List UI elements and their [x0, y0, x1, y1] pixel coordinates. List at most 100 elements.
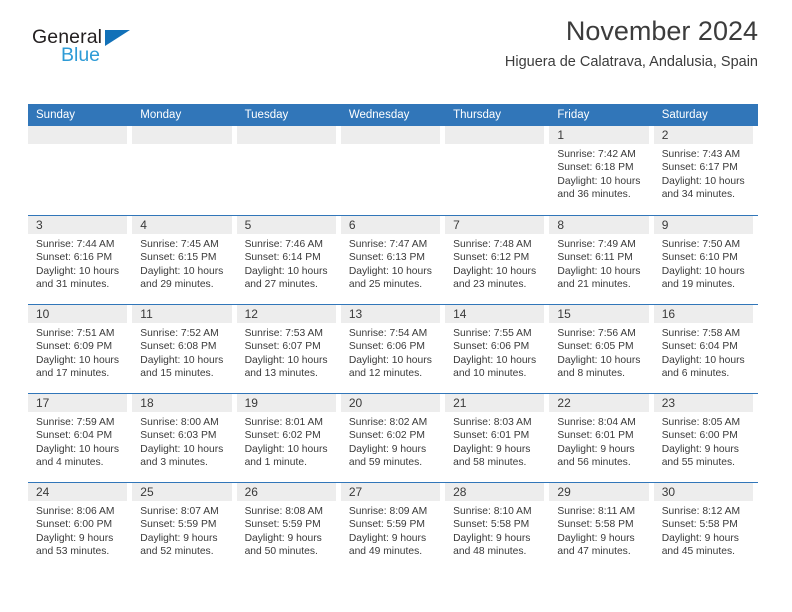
week-row: 3 Sunrise: 7:44 AM Sunset: 6:16 PM Dayli… — [28, 215, 758, 304]
day-cell[interactable]: 25 Sunrise: 8:07 AM Sunset: 5:59 PM Dayl… — [132, 483, 237, 571]
day-cell[interactable]: 30 Sunrise: 8:12 AM Sunset: 5:58 PM Dayl… — [653, 483, 758, 571]
day-number — [28, 126, 128, 144]
day-details: Sunrise: 7:58 AM Sunset: 6:04 PM Dayligh… — [654, 323, 753, 381]
daylight-text-line2: and 50 minutes. — [244, 546, 318, 558]
daylight-text-line1: Daylight: 9 hours — [36, 532, 114, 544]
sunset-text: Sunset: 6:03 PM — [140, 430, 217, 442]
day-cell[interactable] — [132, 126, 237, 215]
day-details: Sunrise: 8:06 AM Sunset: 6:00 PM Dayligh… — [28, 501, 127, 559]
day-cell[interactable]: 9 Sunrise: 7:50 AM Sunset: 6:10 PM Dayli… — [653, 216, 758, 304]
day-number: 21 — [445, 394, 545, 412]
sunrise-text: Sunrise: 8:11 AM — [557, 506, 636, 517]
sunrise-text: Sunrise: 7:51 AM — [36, 328, 115, 339]
day-cell[interactable] — [28, 126, 133, 215]
day-cell[interactable] — [236, 126, 341, 215]
daylight-text-line1: Daylight: 10 hours — [244, 443, 328, 455]
day-cell[interactable]: 19 Sunrise: 8:01 AM Sunset: 6:02 PM Dayl… — [236, 394, 341, 482]
day-cell[interactable]: 22 Sunrise: 8:04 AM Sunset: 6:01 PM Dayl… — [549, 394, 654, 482]
daylight-text-line1: Daylight: 10 hours — [36, 354, 119, 366]
daylight-text-line2: and 4 minutes. — [36, 457, 104, 469]
sunrise-text: Sunrise: 8:02 AM — [348, 417, 428, 428]
day-number: 3 — [28, 216, 128, 234]
weekday-saturday: Saturday — [661, 109, 708, 121]
sunrise-text: Sunrise: 8:05 AM — [661, 417, 741, 428]
day-cell[interactable]: 6 Sunrise: 7:47 AM Sunset: 6:13 PM Dayli… — [340, 216, 446, 304]
day-number — [132, 126, 232, 144]
day-cell[interactable]: 16 Sunrise: 7:58 AM Sunset: 6:04 PM Dayl… — [653, 305, 758, 393]
day-number — [445, 126, 545, 144]
sunset-text: Sunset: 6:09 PM — [36, 341, 113, 353]
day-number: 5 — [236, 216, 336, 234]
day-details: Sunrise: 8:00 AM Sunset: 6:03 PM Dayligh… — [132, 412, 231, 470]
sunset-text: Sunset: 5:58 PM — [453, 519, 530, 531]
day-cell[interactable]: 24 Sunrise: 8:06 AM Sunset: 6:00 PM Dayl… — [28, 483, 133, 571]
day-cell[interactable] — [340, 126, 446, 215]
day-cell[interactable]: 2 Sunrise: 7:43 AM Sunset: 6:17 PM Dayli… — [653, 126, 758, 215]
weekday-friday: Friday — [557, 109, 590, 121]
day-cell[interactable]: 26 Sunrise: 8:08 AM Sunset: 5:59 PM Dayl… — [236, 483, 341, 571]
day-cell[interactable]: 18 Sunrise: 8:00 AM Sunset: 6:03 PM Dayl… — [132, 394, 237, 482]
sunset-text: Sunset: 6:07 PM — [244, 341, 321, 353]
day-number: 30 — [653, 483, 753, 501]
daylight-text-line1: Daylight: 9 hours — [348, 532, 427, 544]
daylight-text-line2: and 49 minutes. — [348, 546, 423, 558]
day-details: Sunrise: 8:10 AM Sunset: 5:58 PM Dayligh… — [445, 501, 544, 559]
day-cell[interactable]: 5 Sunrise: 7:46 AM Sunset: 6:14 PM Dayli… — [236, 216, 341, 304]
day-cell[interactable]: 13 Sunrise: 7:54 AM Sunset: 6:06 PM Dayl… — [340, 305, 446, 393]
day-details: Sunrise: 7:43 AM Sunset: 6:17 PM Dayligh… — [654, 144, 753, 202]
day-cell[interactable]: 23 Sunrise: 8:05 AM Sunset: 6:00 PM Dayl… — [653, 394, 758, 482]
day-number: 10 — [28, 305, 128, 323]
sunrise-text: Sunrise: 8:09 AM — [348, 506, 428, 517]
day-number: 26 — [236, 483, 336, 501]
daylight-text-line1: Daylight: 9 hours — [348, 443, 427, 455]
sunset-text: Sunset: 6:17 PM — [661, 162, 738, 174]
day-details: Sunrise: 7:44 AM Sunset: 6:16 PM Dayligh… — [28, 234, 127, 292]
day-cell[interactable]: 8 Sunrise: 7:49 AM Sunset: 6:11 PM Dayli… — [549, 216, 654, 304]
day-cell[interactable]: 15 Sunrise: 7:56 AM Sunset: 6:05 PM Dayl… — [549, 305, 654, 393]
weekday-sunday: Sunday — [36, 109, 76, 121]
sunset-text: Sunset: 6:10 PM — [661, 252, 738, 264]
day-cell[interactable]: 20 Sunrise: 8:02 AM Sunset: 6:02 PM Dayl… — [340, 394, 446, 482]
day-cell[interactable]: 29 Sunrise: 8:11 AM Sunset: 5:58 PM Dayl… — [549, 483, 654, 571]
day-cell[interactable]: 4 Sunrise: 7:45 AM Sunset: 6:15 PM Dayli… — [132, 216, 237, 304]
sunrise-text: Sunrise: 8:00 AM — [140, 417, 219, 428]
daylight-text-line2: and 56 minutes. — [557, 457, 631, 469]
daylight-text-line2: and 3 minutes. — [140, 457, 208, 469]
daylight-text-line1: Daylight: 9 hours — [557, 532, 635, 544]
day-cell[interactable] — [445, 126, 550, 215]
day-cell[interactable]: 21 Sunrise: 8:03 AM Sunset: 6:01 PM Dayl… — [445, 394, 550, 482]
day-cell[interactable]: 11 Sunrise: 7:52 AM Sunset: 6:08 PM Dayl… — [132, 305, 237, 393]
sunrise-text: Sunrise: 7:54 AM — [348, 328, 428, 339]
day-cell[interactable]: 17 Sunrise: 7:59 AM Sunset: 6:04 PM Dayl… — [28, 394, 133, 482]
day-details — [28, 144, 127, 148]
day-cell[interactable]: 28 Sunrise: 8:10 AM Sunset: 5:58 PM Dayl… — [445, 483, 550, 571]
day-number: 16 — [653, 305, 753, 323]
page-title: November 2024 — [565, 16, 758, 46]
daylight-text-line1: Daylight: 10 hours — [36, 443, 119, 455]
page-header: General Blue November 2024 Higuera de Ca… — [28, 0, 758, 72]
sunset-text: Sunset: 6:18 PM — [557, 162, 634, 174]
day-cell[interactable]: 14 Sunrise: 7:55 AM Sunset: 6:06 PM Dayl… — [445, 305, 550, 393]
daylight-text-line1: Daylight: 9 hours — [661, 443, 739, 455]
day-cell[interactable]: 1 Sunrise: 7:42 AM Sunset: 6:18 PM Dayli… — [549, 126, 654, 215]
sunrise-text: Sunrise: 7:55 AM — [453, 328, 532, 339]
daylight-text-line1: Daylight: 10 hours — [140, 443, 224, 455]
day-cell[interactable]: 3 Sunrise: 7:44 AM Sunset: 6:16 PM Dayli… — [28, 216, 133, 304]
day-cell[interactable]: 7 Sunrise: 7:48 AM Sunset: 6:12 PM Dayli… — [445, 216, 550, 304]
sunrise-text: Sunrise: 7:46 AM — [244, 239, 323, 250]
daylight-text-line1: Daylight: 9 hours — [453, 532, 531, 544]
general-blue-logo: General Blue — [32, 26, 172, 74]
day-details: Sunrise: 7:51 AM Sunset: 6:09 PM Dayligh… — [28, 323, 127, 381]
sunrise-text: Sunrise: 7:50 AM — [661, 239, 741, 250]
day-number: 11 — [132, 305, 232, 323]
day-details: Sunrise: 7:52 AM Sunset: 6:08 PM Dayligh… — [132, 323, 231, 381]
day-details: Sunrise: 7:53 AM Sunset: 6:07 PM Dayligh… — [237, 323, 336, 381]
day-details: Sunrise: 7:54 AM Sunset: 6:06 PM Dayligh… — [341, 323, 440, 381]
daylight-text-line1: Daylight: 10 hours — [661, 354, 745, 366]
day-cell[interactable]: 12 Sunrise: 7:53 AM Sunset: 6:07 PM Dayl… — [236, 305, 341, 393]
sunrise-text: Sunrise: 7:47 AM — [348, 239, 428, 250]
day-cell[interactable]: 10 Sunrise: 7:51 AM Sunset: 6:09 PM Dayl… — [28, 305, 133, 393]
day-cell[interactable]: 27 Sunrise: 8:09 AM Sunset: 5:59 PM Dayl… — [340, 483, 446, 571]
daylight-text-line2: and 29 minutes. — [140, 279, 214, 291]
day-details: Sunrise: 8:07 AM Sunset: 5:59 PM Dayligh… — [132, 501, 231, 559]
